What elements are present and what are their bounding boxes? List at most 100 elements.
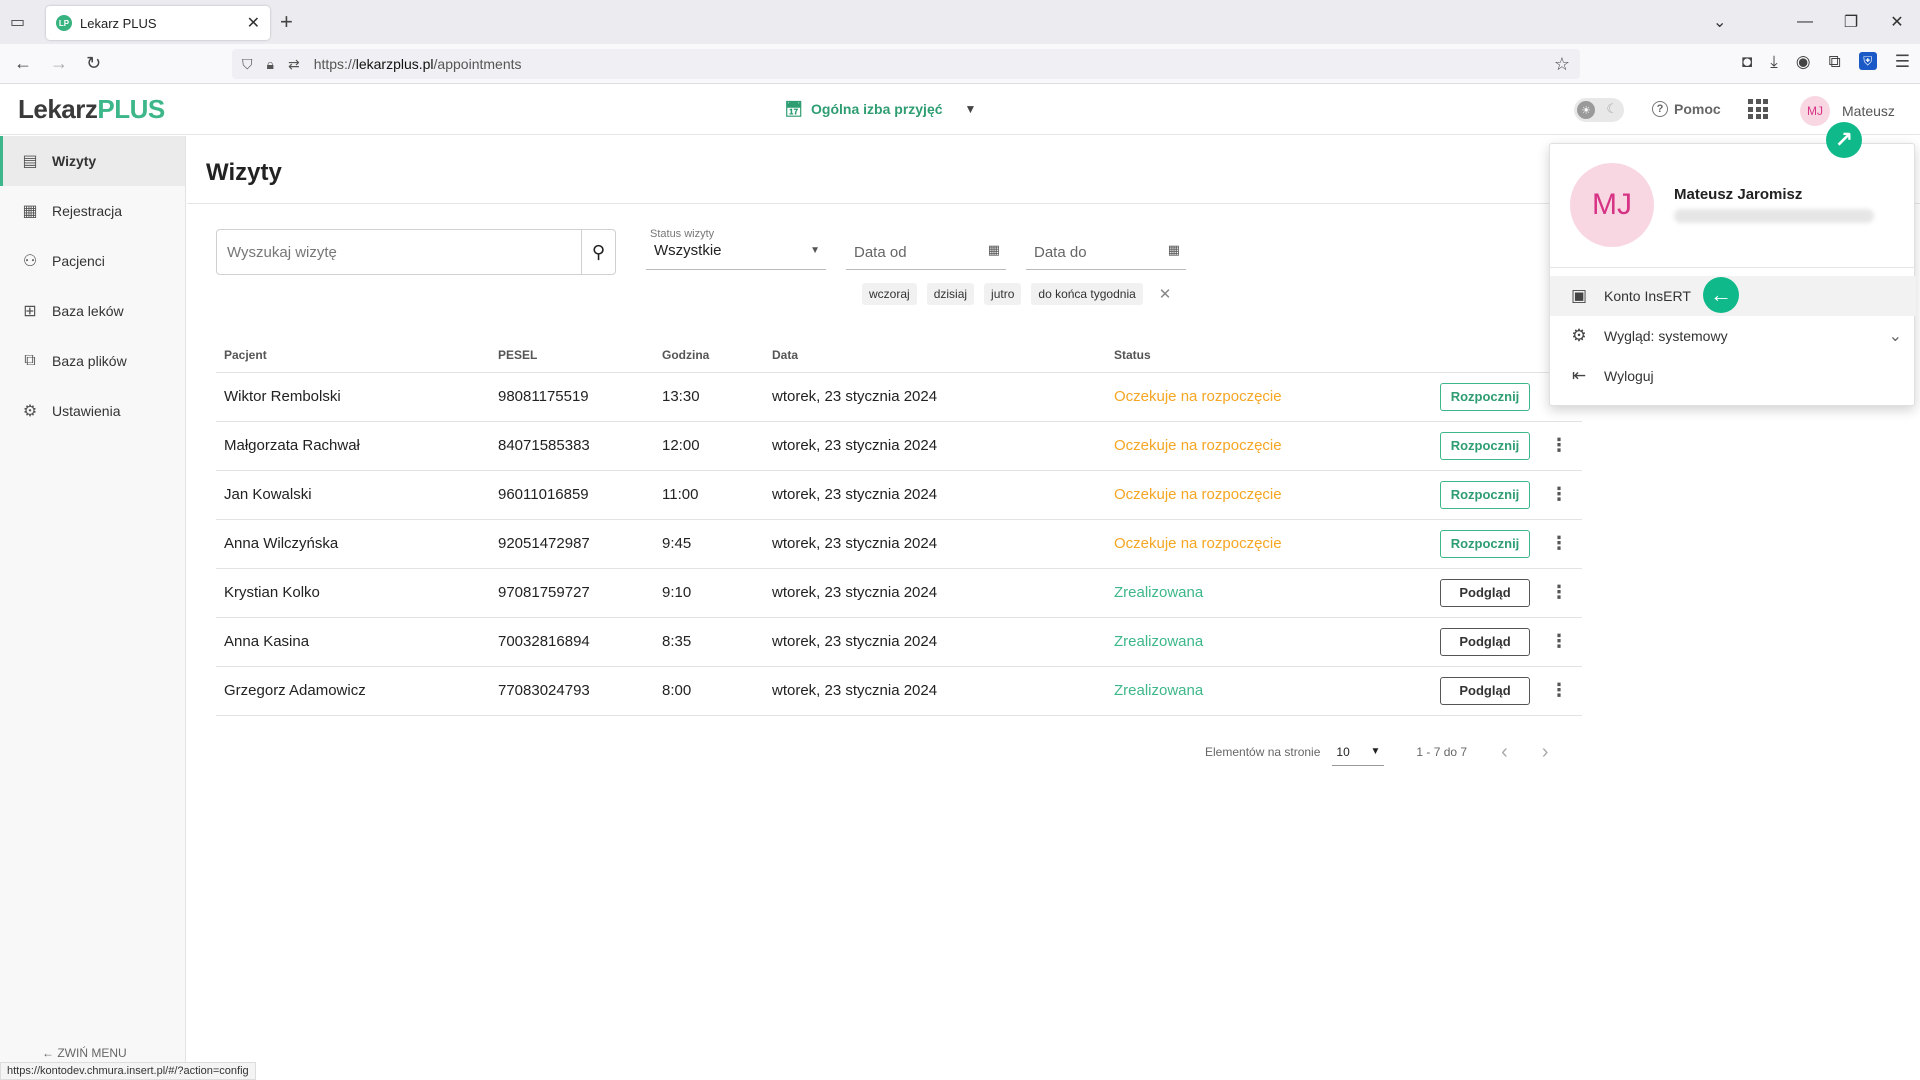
calendar-icon[interactable]: ▦ [1168,242,1180,258]
calendar-icon[interactable]: ▦ [988,242,1000,258]
search-input[interactable] [217,243,581,261]
sidebar-item-baza-lekow[interactable]: ⊞ Baza leków [0,286,185,336]
lock-icon: 🔒︎ [266,55,274,72]
date-to-field[interactable]: Data do ▦ [1026,230,1186,270]
reload-icon[interactable]: ↻ [86,53,101,74]
browser-tab[interactable]: LP Lekarz PLUS ✕ [46,6,270,40]
new-tab-icon[interactable]: + [280,9,293,35]
table-row[interactable]: Małgorzata Rachwał 84071585383 12:00 wto… [216,421,1582,471]
chip-jutro[interactable]: jutro [984,283,1022,305]
per-page-select[interactable]: 10 ▼ [1332,738,1385,766]
menu-item-label: Konto InsERT [1604,288,1691,304]
date-from-field[interactable]: Data od ▦ [846,230,1006,270]
pesel: 98081175519 [490,372,654,422]
more-vert-icon[interactable]: ⋮ [1550,435,1568,455]
table-row[interactable]: Krystian Kolko 97081759727 9:10 wtorek, … [216,568,1582,618]
shield-icon: ⛉ [242,55,253,72]
more-vert-icon[interactable]: ⋮ [1550,680,1568,700]
pesel: 92051472987 [490,519,654,569]
chip-dzisiaj[interactable]: dzisiaj [926,283,975,305]
browser-nav-bar: ← → ↻ ⛉ 🔒︎ ⇄ https://lekarzplus.pl/appoi… [0,44,1920,84]
table-row[interactable]: Anna Wilczyńska 92051472987 9:45 wtorek,… [216,519,1582,569]
patient-name: Małgorzata Rachwał [216,421,490,471]
table-row[interactable]: Grzegorz Adamowicz 77083024793 8:00 wtor… [216,666,1582,716]
column-header-godzina[interactable]: Godzina [654,338,764,373]
back-icon[interactable]: ← [14,53,32,74]
caret-down-icon: ▼ [964,102,977,116]
more-vert-icon[interactable]: ⋮ [1550,484,1568,504]
preview-button[interactable]: Podgląd [1440,627,1530,656]
pocket-icon[interactable]: ◘ [1742,52,1752,72]
sidebar-item-pacjenci[interactable]: ⚇ Pacjenci [0,236,185,286]
minimize-icon[interactable]: — [1782,13,1828,31]
clear-dates-icon[interactable]: ✕ [1159,285,1172,303]
more-vert-icon[interactable]: ⋮ [1550,582,1568,602]
logo[interactable]: LekarzPLUS [18,94,165,125]
tab-list-icon[interactable]: ▭ [10,12,25,32]
table-row[interactable]: Anna Kasina 70032816894 8:35 wtorek, 23 … [216,617,1582,667]
account-circle-icon[interactable]: ◉ [1796,52,1811,72]
chip-do-konca-tygodnia[interactable]: do końca tygodnia [1031,283,1143,305]
sidebar-item-ustawienia[interactable]: ⚙ Ustawienia [0,386,185,436]
search-icon[interactable]: ⚲ [581,230,615,274]
chevron-down-icon: ⌄ [1888,328,1902,345]
window-close-icon[interactable]: ✕ [1874,12,1920,32]
address-bar[interactable]: ⛉ 🔒︎ ⇄ https://lekarzplus.pl/appointment… [232,49,1580,79]
date: wtorek, 23 stycznia 2024 [764,519,1106,569]
sidebar-item-wizyty[interactable]: ▤ Wizyty [0,136,185,186]
bookmark-star-icon[interactable]: ☆ [1554,54,1570,75]
table-row[interactable]: Wiktor Rembolski 98081175519 13:30 wtore… [216,372,1582,422]
sidebar-item-rejestracja[interactable]: ▦ Rejestracja [0,186,185,236]
next-page-icon[interactable]: › [1542,741,1549,764]
theme-toggle[interactable]: ☀ ☾ [1574,98,1624,122]
table-row[interactable]: Jan Kowalski 96011016859 11:00 wtorek, 2… [216,470,1582,520]
column-header-data[interactable]: Data [764,338,1106,373]
column-header-actions [1432,338,1542,373]
collapse-menu-button[interactable]: ← ZWIŃ MENU [42,1046,127,1060]
status: Oczekuje na rozpoczęcie [1106,519,1432,569]
tab-overflow-chevron-icon[interactable]: ⌄ [1713,12,1726,32]
sidebar-item-label: Rejestracja [52,203,123,219]
status: Oczekuje na rozpoczęcie [1106,470,1432,520]
status-filter-select[interactable]: Status wizyty Wszystkie ▼ [646,228,826,270]
downloads-icon[interactable]: ⤓ [1770,52,1778,72]
date: wtorek, 23 stycznia 2024 [764,568,1106,618]
column-header-status[interactable]: Status [1106,338,1432,373]
extensions-icon[interactable]: ⧉ [1829,52,1841,72]
sidebar-item-label: Baza plików [52,353,127,369]
menu-hamburger-icon[interactable]: ☰ [1895,52,1910,72]
user-email-redacted [1674,209,1874,223]
avatar-large: MJ [1570,163,1654,247]
bitwarden-icon[interactable]: ⛨ [1858,52,1877,70]
chip-wczoraj[interactable]: wczoraj [862,283,917,305]
column-header-pacjent[interactable]: Pacjent [216,338,490,373]
start-button[interactable]: Rozpocznij [1440,431,1530,460]
patient-name: Jan Kowalski [216,470,490,520]
menu-item-label: Wygląd: systemowy [1604,328,1728,344]
pesel: 97081759727 [490,568,654,618]
caret-down-icon: ▼ [1370,746,1381,757]
preview-button[interactable]: Podgląd [1440,578,1530,607]
table-header-row: Pacjent PESEL Godzina Data Status [216,338,1582,373]
restore-icon[interactable]: ❐ [1828,12,1874,32]
close-tab-icon[interactable]: ✕ [247,13,260,33]
prev-page-icon[interactable]: ‹ [1501,741,1508,764]
start-button[interactable]: Rozpocznij [1440,529,1530,558]
moon-icon: ☾ [1606,101,1618,116]
time: 9:10 [654,568,764,618]
help-button[interactable]: ? Pomoc [1652,101,1721,117]
start-button[interactable]: Rozpocznij [1440,480,1530,509]
time: 12:00 [654,421,764,471]
apps-grid-icon[interactable] [1748,99,1768,119]
more-vert-icon[interactable]: ⋮ [1550,533,1568,553]
preview-button[interactable]: Podgląd [1440,676,1530,705]
clinic-selector[interactable]: 📅︎ Ogólna izba przyjęć ▼ [784,100,976,118]
column-header-pesel[interactable]: PESEL [490,338,654,373]
menu-item-logout[interactable]: ⇤ Wyloguj [1550,356,1916,396]
sidebar-item-baza-plikow[interactable]: ⧉ Baza plików [0,336,185,386]
per-page-label: Elementów na stronie [1205,745,1321,759]
menu-item-appearance[interactable]: ⚙ Wygląd: systemowy ⌄ [1550,316,1916,356]
more-vert-icon[interactable]: ⋮ [1550,631,1568,651]
forward-icon[interactable]: → [50,53,68,74]
start-button[interactable]: Rozpocznij [1440,382,1530,411]
